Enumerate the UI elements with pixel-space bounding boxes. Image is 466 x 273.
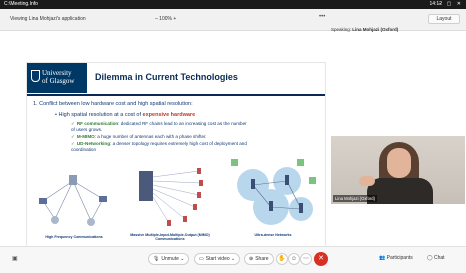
subpoint-key: M-MIMO — [76, 134, 95, 139]
participant-face — [387, 148, 411, 178]
slide-title: Dilemma in Current Technologies — [95, 72, 238, 82]
logo-line-1: University — [42, 69, 72, 77]
subpoint-key: UD-Networking — [76, 141, 111, 146]
chat-button[interactable]: ◯ Chat — [427, 255, 445, 261]
subpoint-rf: ✓ RF communication: dedicated RF chains l… — [71, 121, 251, 132]
raise-hand-icon[interactable]: ✋ — [276, 253, 288, 265]
share-status-label: Viewing Lina Mohjazi's application — [10, 16, 86, 22]
massive-mimo-diagram — [139, 168, 203, 226]
share-icon: ⊕ — [249, 256, 254, 262]
check-icon: ✓ — [71, 121, 75, 126]
participant-hand — [359, 176, 375, 186]
meeting-toolbar: ▣ 🎙 Unmute ⌄ ▭ Start video ⌄ ⊕ Share ✋ ☺ ⋯ … — [0, 246, 466, 273]
diagram-caption-1: High Frequency Communications — [45, 235, 103, 239]
point-2-emphasis: expensive hardware — [142, 112, 196, 118]
chat-label: Chat — [434, 255, 445, 261]
slide-point-2: • High spatial resolution at a cost of e… — [55, 112, 195, 118]
zoom-control[interactable]: – 100% + — [155, 16, 176, 22]
check-icon: ✓ — [71, 134, 75, 139]
reactions-icon[interactable]: ☺ — [288, 253, 300, 265]
slide-point-1: 1. Conflict between low hardware cost an… — [33, 101, 193, 107]
participants-label: Participants — [386, 255, 413, 261]
end-call-button[interactable]: ✕ — [314, 252, 328, 266]
window-title: C:\Meeting.Info — [4, 1, 38, 7]
participants-button[interactable]: 👥 Participants — [379, 255, 413, 261]
logo-line-2: of Glasgow — [42, 77, 75, 85]
diagram-caption-2: Massive Multiple-Input-Multiple-Output (… — [130, 233, 210, 241]
university-logo: University of Glasgow — [27, 63, 87, 93]
shared-screen-stage: University of Glasgow Dilemma in Current… — [0, 32, 466, 248]
window-titlebar: C:\Meeting.Info 14:12 – ▢ ✕ — [0, 0, 466, 9]
subpoint-text: : a huge number of antennas each with a … — [94, 134, 207, 139]
share-button[interactable]: ⊕ Share — [244, 253, 274, 265]
layout-button[interactable]: Layout — [428, 14, 460, 24]
window-controls[interactable]: – ▢ ✕ — [439, 0, 463, 9]
participants-icon: 👥 — [379, 255, 387, 261]
meeting-header: Viewing Lina Mohjazi's application – 100… — [0, 9, 466, 32]
camera-off-icon: ▭ — [199, 256, 204, 262]
check-icon: ✓ — [71, 141, 75, 146]
unmute-label: Unmute — [161, 256, 179, 262]
chat-icon: ◯ — [427, 255, 434, 261]
microphone-off-icon: 🎙 — [153, 256, 160, 262]
shared-slide: University of Glasgow Dilemma in Current… — [26, 62, 326, 248]
subpoint-key: RF communication — [76, 121, 119, 126]
subpoint-udn: ✓ UD-Networking: a denser topology requir… — [71, 141, 251, 152]
share-label: Share — [255, 256, 269, 262]
participant-name-label: Lina Mohjazi (Oxford) — [333, 195, 378, 202]
high-frequency-diagram — [39, 175, 107, 226]
participant-video-tile[interactable]: Lina Mohjazi (Oxford) — [331, 136, 465, 204]
start-video-button[interactable]: ▭ Start video ⌄ — [194, 253, 241, 265]
start-video-label: Start video — [205, 256, 230, 262]
chat-bubble-icon[interactable]: ▣ — [12, 255, 18, 262]
more-options-icon[interactable]: ••• — [319, 14, 325, 20]
crest-icon — [31, 70, 40, 82]
point-2-text: High spatial resolution at a cost of — [58, 112, 143, 118]
title-rule — [27, 94, 325, 96]
diagram-caption-3: Ultra-dense Networks — [254, 233, 292, 237]
subpoint-mmimo: ✓ M-MIMO: a huge number of antennas each … — [71, 134, 251, 140]
unmute-button[interactable]: 🎙 Unmute ⌄ — [148, 253, 190, 265]
ultra-dense-network-diagram — [231, 159, 316, 225]
more-actions-icon[interactable]: ⋯ — [300, 253, 312, 265]
